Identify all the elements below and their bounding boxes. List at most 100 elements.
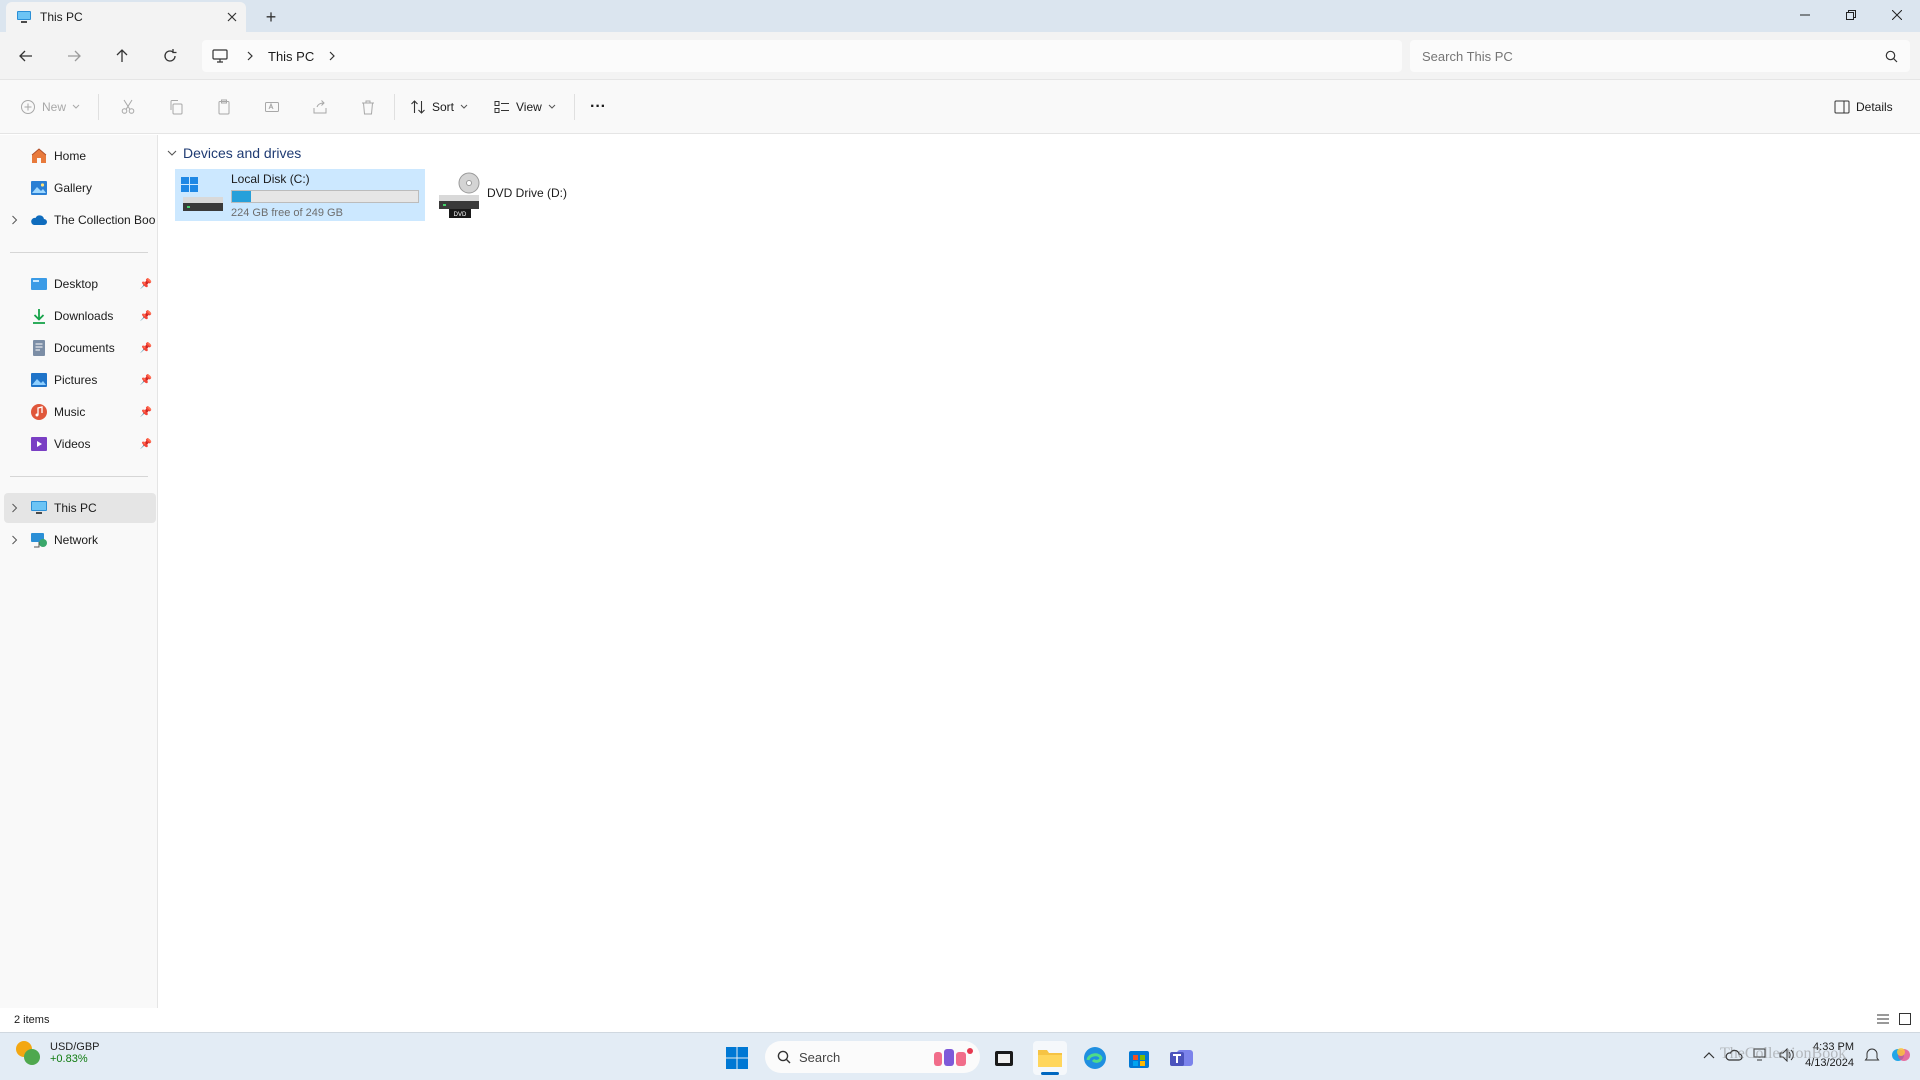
rename-button[interactable] <box>258 91 286 123</box>
group-header-devices[interactable]: Devices and drives <box>167 145 301 161</box>
sidebar-item-desktop[interactable]: Desktop 📌 <box>4 269 156 299</box>
address-bar[interactable]: This PC <box>202 40 1402 72</box>
sidebar-item-label: Desktop <box>54 277 99 291</box>
sidebar-item-label: The Collection Boo <box>54 213 156 227</box>
breadcrumb-this-pc[interactable]: This PC <box>268 49 314 64</box>
currency-widget-icon <box>16 1041 40 1065</box>
sort-icon <box>411 100 425 114</box>
drive-free-space: 224 GB free of 249 GB <box>231 206 343 219</box>
close-tab-button[interactable] <box>218 3 246 31</box>
copy-button[interactable] <box>162 91 190 123</box>
chevron-down-icon <box>72 104 80 109</box>
search-icon <box>1885 50 1898 62</box>
drive-usage-fill <box>232 190 251 202</box>
taskbar-edge[interactable] <box>1078 1041 1112 1075</box>
group-title: Devices and drives <box>183 145 302 161</box>
new-button[interactable]: New <box>14 91 86 123</box>
svg-text:DVD: DVD <box>454 212 467 218</box>
trash-icon <box>362 100 374 115</box>
window-controls <box>1782 0 1920 30</box>
cut-button[interactable] <box>114 91 142 123</box>
more-options-button[interactable]: ··· <box>584 91 612 123</box>
details-label: Details <box>1856 100 1893 114</box>
edge-browser-icon <box>1084 1047 1106 1069</box>
sidebar-item-music[interactable]: Music 📌 <box>4 397 156 427</box>
pin-icon[interactable]: 📌 <box>140 343 152 354</box>
chevron-down-icon <box>167 150 177 156</box>
minimize-button[interactable] <box>1782 0 1828 30</box>
chevron-up-icon[interactable] <box>1703 1051 1715 1059</box>
sidebar-divider <box>10 476 148 477</box>
pin-icon[interactable]: 📌 <box>140 439 152 450</box>
large-icons-view-icon[interactable] <box>1898 1012 1912 1026</box>
view-button[interactable]: View <box>488 91 562 123</box>
sidebar-item-home[interactable]: Home <box>4 141 156 171</box>
sidebar-item-documents[interactable]: Documents 📌 <box>4 333 156 363</box>
share-button[interactable] <box>306 91 334 123</box>
chevron-down-icon <box>460 104 468 109</box>
watermark: TheCollectionBook <box>1720 1045 1847 1062</box>
pin-icon[interactable]: 📌 <box>140 311 152 322</box>
sidebar-item-downloads[interactable]: Downloads 📌 <box>4 301 156 331</box>
paste-button[interactable] <box>210 91 238 123</box>
up-button[interactable] <box>106 40 138 72</box>
search-input[interactable] <box>1422 48 1885 64</box>
sort-button[interactable]: Sort <box>404 91 474 123</box>
drive-dvd-d[interactable]: DVD DVD Drive (D:) <box>431 169 591 221</box>
sidebar-item-pictures[interactable]: Pictures 📌 <box>4 365 156 395</box>
close-window-button[interactable] <box>1874 0 1920 30</box>
pin-icon[interactable]: 📌 <box>140 407 152 418</box>
search-icon <box>777 1050 791 1064</box>
this-pc-icon <box>31 501 47 514</box>
chevron-right-icon[interactable] <box>4 535 24 545</box>
navigation-pane: Home Gallery The Collection Boo Desktop … <box>0 135 158 1008</box>
copilot-icon[interactable] <box>1890 1044 1912 1066</box>
refresh-icon <box>164 49 177 62</box>
teams-icon <box>1170 1050 1193 1066</box>
details-button[interactable]: Details <box>1828 91 1899 123</box>
delete-button[interactable] <box>354 91 382 123</box>
sidebar-item-label: Documents <box>54 341 115 355</box>
drive-local-disk-c[interactable]: Local Disk (C:) 224 GB free of 249 GB <box>175 169 425 221</box>
drive-usage-bar <box>231 189 419 203</box>
taskbar-store[interactable] <box>1122 1041 1156 1075</box>
sidebar-item-network[interactable]: Network <box>4 525 156 555</box>
chevron-right-icon[interactable] <box>328 51 336 61</box>
sidebar-item-videos[interactable]: Videos 📌 <box>4 429 156 459</box>
separator <box>98 94 99 120</box>
tab-this-pc[interactable]: This PC <box>6 2 246 32</box>
taskbar-file-explorer[interactable] <box>1033 1041 1067 1075</box>
sidebar-item-label: This PC <box>54 501 97 515</box>
task-view-icon <box>995 1051 1013 1066</box>
notification-icon[interactable] <box>1864 1047 1880 1063</box>
plus-circle-icon <box>21 100 35 114</box>
sidebar-item-onedrive[interactable]: The Collection Boo <box>4 205 156 235</box>
details-view-icon[interactable] <box>1876 1012 1890 1026</box>
taskbar-search[interactable]: Search <box>765 1041 980 1073</box>
view-icon <box>494 101 509 113</box>
refresh-button[interactable] <box>154 40 186 72</box>
widgets-button[interactable]: USD/GBP +0.83% <box>14 1039 100 1067</box>
widget-title: USD/GBP <box>50 1041 100 1053</box>
sidebar-item-this-pc[interactable]: This PC <box>4 493 156 523</box>
start-button[interactable] <box>720 1041 754 1075</box>
taskbar: USD/GBP +0.83% Search 4:33 PM 4/13/2024 <box>0 1032 1920 1080</box>
search-box[interactable] <box>1410 40 1910 72</box>
new-tab-button[interactable]: + <box>258 4 284 30</box>
pin-icon[interactable]: 📌 <box>140 375 152 386</box>
task-view-button[interactable] <box>987 1041 1021 1075</box>
taskbar-teams[interactable] <box>1165 1041 1199 1075</box>
restore-button[interactable] <box>1828 0 1874 30</box>
chevron-right-icon[interactable] <box>4 503 24 513</box>
downloads-icon <box>33 309 45 324</box>
back-button[interactable] <box>10 40 42 72</box>
content-area: Devices and drives Local Disk (C:) 224 G… <box>159 135 1920 1008</box>
forward-button[interactable] <box>58 40 90 72</box>
sidebar-item-label: Pictures <box>54 373 98 387</box>
chevron-right-icon[interactable] <box>4 215 24 225</box>
sidebar-item-label: Home <box>54 149 87 163</box>
pin-icon[interactable]: 📌 <box>140 279 152 290</box>
sidebar-item-gallery[interactable]: Gallery <box>4 173 156 203</box>
tab-title: This PC <box>40 10 83 24</box>
rename-icon <box>265 102 279 112</box>
